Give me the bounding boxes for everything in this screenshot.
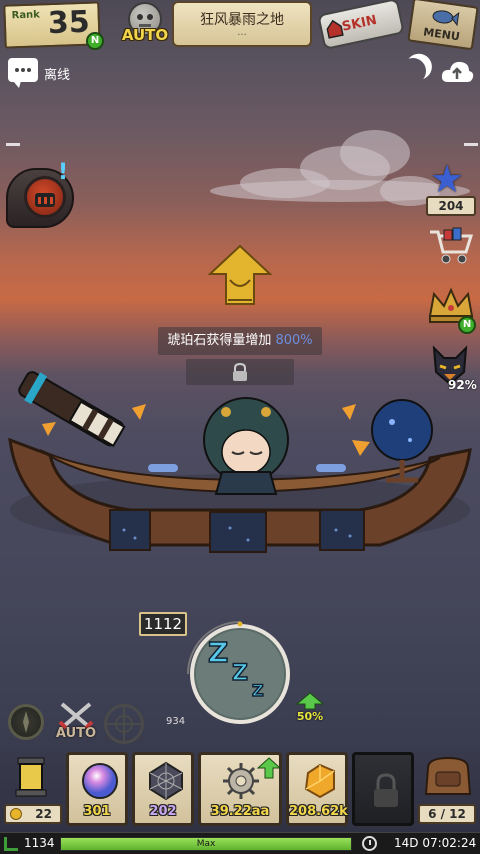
dial-sub-value: 934 [166,716,186,727]
xp-bar: Max [60,837,352,851]
rank-label: Rank [11,9,41,22]
spider-web-gem-icon [149,761,183,801]
side-dash [464,143,478,146]
top-bar: Rank 35 N AUTO 狂风暴雨之地 ... SKIN MENU [0,0,480,51]
chat-icon[interactable] [8,58,38,88]
menu-button[interactable]: MENU [407,0,479,51]
star-count: 204 [426,196,476,216]
inventory-slot-locked[interactable] [352,752,414,826]
sleep-dial[interactable]: Z Z Z [180,614,300,734]
fish-icon [432,10,460,27]
backpack-icon[interactable] [420,754,476,800]
shop-cart-icon[interactable] [428,224,474,266]
elapsed-time: 14D 07:02:24 [394,836,477,850]
auto-label: AUTO [121,26,169,44]
slot-value: 39.22aa [210,804,270,819]
side-dash [6,143,20,146]
bag-capacity: 6 / 12 [418,804,476,824]
upgrade-arrow-icon[interactable] [207,244,273,308]
inventory-slot-amber[interactable]: 208.62k [286,752,348,826]
rainbow-orb-icon [82,763,118,799]
rank-new-badge: N [86,32,104,50]
target-icon[interactable] [104,704,144,744]
green-up-arrow-icon [295,692,325,710]
green-up-arrow-icon [257,757,281,779]
boost-indicator: 50% [295,692,325,724]
xp-label: Max [196,839,216,849]
skin-button[interactable]: SKIN [317,0,405,51]
slot-value: 208.62k [289,804,348,819]
offline-label[interactable]: 离线 [44,64,70,83]
night-mode-moon-icon[interactable] [396,54,429,87]
buff-value: 800% [275,333,313,348]
gold-value: 22 [35,807,52,821]
boost-label: 50% [296,710,324,723]
inventory-slot-gear[interactable]: 39.22aa [198,752,282,826]
clock-icon [362,836,377,851]
location-title: 狂风暴雨之地 [200,12,284,28]
inventory-slot-web[interactable]: 202 [132,752,194,826]
cloud-upload-icon[interactable] [440,58,474,84]
alert-exclamation-icon: ! [58,160,69,185]
menu-label: MENU [422,25,461,44]
lantern-icon[interactable] [6,754,56,800]
svg-text:Z: Z [232,661,248,686]
gold-counter: 22 [4,804,62,824]
status-bar: 1134 Max 14D 07:02:24 [0,832,480,854]
auto-button[interactable]: AUTO [118,2,172,46]
lock-icon [374,773,398,807]
level-value: 1134 [24,836,55,850]
ship-scene [8,371,472,553]
blue-star-icon[interactable]: ★ [430,160,464,198]
rank-value: 35 [47,4,91,42]
auto-battle-button[interactable]: AUTO [54,700,98,746]
crown-new-badge: N [458,316,476,334]
svg-text:Z: Z [252,681,264,700]
buff-banner: 琥珀石获得量增加 800% [158,327,322,355]
inventory-slot-orb[interactable]: 301 [66,752,128,826]
compass-icon[interactable] [8,704,44,740]
gear-icon [223,763,259,799]
skin-label: SKIN [340,12,379,35]
buff-text: 琥珀石获得量增加 [167,333,272,348]
location-subtitle: ... [237,27,247,38]
location-scroll[interactable]: 狂风暴雨之地 ... [172,1,312,47]
level-icon [4,837,18,851]
amber-stone-icon [304,763,335,799]
slot-value: 301 [83,804,111,819]
svg-text:Z: Z [208,636,228,669]
gold-coin-icon [10,808,22,820]
auto-battle-label: AUTO [55,726,97,741]
slot-value: 202 [149,804,177,819]
